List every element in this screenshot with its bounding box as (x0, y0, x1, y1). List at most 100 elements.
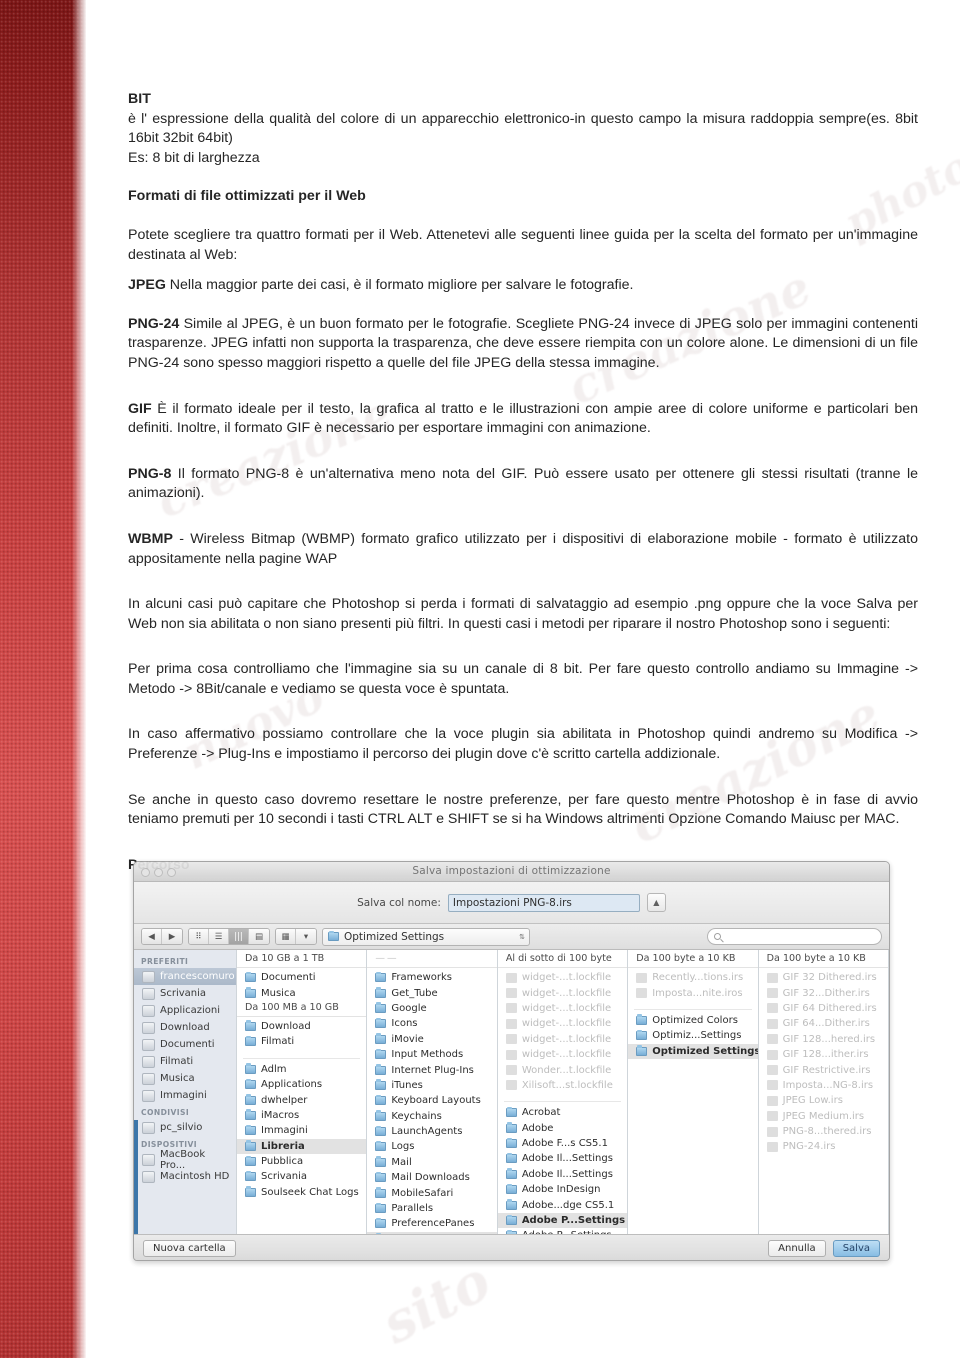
file-list-item[interactable]: widget-...t.lockfile (498, 985, 627, 1000)
file-list-item[interactable]: MobileSafari (367, 1185, 496, 1200)
file-list-item[interactable]: Keyboard Layouts (367, 1093, 496, 1108)
coverflow-view-icon[interactable]: ▤ (249, 929, 269, 944)
file-list-item[interactable]: Filmati (237, 1034, 366, 1049)
file-list-item[interactable]: JPEG Low.irs (759, 1093, 888, 1108)
file-list-item[interactable]: GIF 32...Dither.irs (759, 985, 888, 1000)
sidebar-item-macbook-pro[interactable]: MacBook Pro... (134, 1149, 236, 1171)
sidebar-scrollbar[interactable] (134, 1120, 138, 1234)
file-list-item[interactable]: iMacros (237, 1108, 366, 1123)
search-input[interactable] (707, 928, 882, 945)
file-list-item[interactable]: GIF 128...hered.irs (759, 1032, 888, 1047)
file-list-item[interactable]: Download (237, 1019, 366, 1034)
file-list-item[interactable]: Optimized Colors (628, 1013, 757, 1028)
file-list-item[interactable]: Scrivania (237, 1169, 366, 1184)
file-list-item[interactable]: Preferences (367, 1231, 497, 1234)
file-list-item[interactable]: Adobe (498, 1121, 627, 1136)
expand-chevron-icon[interactable]: ▲ (646, 893, 666, 912)
browser-column[interactable]: Da 100 byte a 10 KB GIF 32 Dithered.irs GI… (758, 950, 889, 1234)
browser-column[interactable]: —— Frameworks Get_Tube Google Icons iMovie Inp… (367, 950, 498, 1234)
file-list-item[interactable]: dwhelper (237, 1092, 366, 1107)
file-list-item[interactable]: Adobe P...Settings (497, 1212, 628, 1229)
browser-column[interactable]: Da 100 byte a 10 KB Recently...tions.irs I… (628, 950, 759, 1234)
file-list-item[interactable]: Recently...tions.irs (628, 970, 757, 985)
file-list-item[interactable]: Musica (237, 985, 366, 1000)
file-list-item[interactable]: PNG-24.irs (759, 1139, 888, 1154)
cancel-button[interactable]: Annulla (768, 1240, 826, 1257)
back-arrow-icon[interactable]: ◀ (142, 929, 162, 944)
sidebar-item-applicazioni[interactable]: Applicazioni (134, 1002, 236, 1019)
file-list-item[interactable]: Parallels (367, 1201, 496, 1216)
file-icon (636, 988, 648, 999)
gear-icon[interactable]: ▦ (276, 929, 296, 944)
chevron-down-icon[interactable]: ▾ (296, 929, 316, 944)
file-list-item[interactable]: widget-...t.lockfile (498, 1047, 627, 1062)
save-button[interactable]: Salva (832, 1240, 880, 1257)
file-list-item[interactable]: GIF 32 Dithered.irs (759, 970, 888, 985)
file-list-item[interactable]: GIF 64 Dithered.irs (759, 1001, 888, 1016)
file-list-item[interactable]: GIF Restrictive.irs (759, 1062, 888, 1077)
file-list-item[interactable]: Soulseek Chat Logs (237, 1185, 366, 1200)
sidebar-item-scrivania[interactable]: Scrivania (134, 985, 236, 1002)
forward-arrow-icon[interactable]: ▶ (162, 929, 182, 944)
file-list-item[interactable]: Mail Downloads (367, 1170, 496, 1185)
file-list-item[interactable]: PreferencePanes (367, 1216, 496, 1231)
file-list-item[interactable]: Google (367, 1001, 496, 1016)
sidebar-item-pc-silvio[interactable]: pc_silvio (134, 1119, 236, 1136)
action-menu[interactable]: ▦ ▾ (275, 928, 317, 945)
save-as-input[interactable]: Impostazioni PNG-8.irs (447, 893, 640, 912)
sidebar-item-musica[interactable]: Musica (134, 1070, 236, 1087)
file-list-item[interactable]: Get_Tube (367, 985, 496, 1000)
list-view-icon[interactable]: ☰ (209, 929, 229, 944)
file-list-item[interactable]: Adobe P...Settings (498, 1228, 627, 1234)
file-list-item[interactable]: Icons (367, 1016, 496, 1031)
file-list-item[interactable]: widget-...t.lockfile (498, 1032, 627, 1047)
file-list-item[interactable]: Mail (367, 1155, 496, 1170)
file-list-item[interactable]: Adlm (237, 1062, 366, 1077)
new-folder-button[interactable]: Nuova cartella (143, 1240, 236, 1257)
file-list-item[interactable]: Libreria (237, 1138, 367, 1154)
file-list-item[interactable]: Keychains (367, 1109, 496, 1124)
file-list-item[interactable]: Immagini (237, 1123, 366, 1138)
icon-view-icon[interactable]: ⠿ (189, 929, 209, 944)
file-list-item[interactable]: Wonder...t.lockfile (498, 1062, 627, 1077)
file-list-item[interactable]: Logs (367, 1139, 496, 1154)
file-list-item[interactable]: Frameworks (367, 970, 496, 985)
file-list-item[interactable]: Adobe InDesign (498, 1182, 627, 1197)
browser-column[interactable]: Da 10 GB a 1 TB Documenti Musica Da 100 MB … (237, 950, 368, 1234)
file-list-item[interactable]: Applications (237, 1077, 366, 1092)
file-list-item[interactable]: Xilisoft...st.lockfile (498, 1078, 627, 1093)
file-list-item[interactable]: GIF 128...ither.irs (759, 1047, 888, 1062)
file-list-item[interactable]: Imposta...nite.iros (628, 985, 757, 1000)
file-list-item[interactable]: Imposta...NG-8.irs (759, 1078, 888, 1093)
sidebar-item-immagini[interactable]: Immagini (134, 1087, 236, 1104)
browser-column[interactable]: Al di sotto di 100 byte widget-...t.lockf… (497, 950, 629, 1234)
file-list-item[interactable]: Input Methods (367, 1047, 496, 1062)
column-view-icon[interactable]: ||| (229, 929, 249, 944)
file-list-item[interactable]: widget-...t.lockfile (498, 970, 627, 985)
file-list-item[interactable]: Optimized Settings (628, 1043, 758, 1059)
file-list-item[interactable]: iMovie (367, 1032, 496, 1047)
file-list-item[interactable]: Adobe...dge CS5.1 (498, 1197, 627, 1212)
sidebar-item-documenti[interactable]: Documenti (134, 1036, 236, 1053)
sidebar-item-macintosh-hd[interactable]: Macintosh HD (134, 1168, 236, 1185)
path-popup-button[interactable]: Optimized Settings ⇅ (322, 927, 530, 946)
file-list-item[interactable]: LaunchAgents (367, 1124, 496, 1139)
file-list-item[interactable]: Documenti (237, 970, 366, 985)
file-list-item[interactable]: Pubblica (237, 1154, 366, 1169)
file-list-item[interactable]: Acrobat (498, 1105, 627, 1120)
file-list-item[interactable]: Adobe Il...Settings (498, 1151, 627, 1166)
file-list-item[interactable]: GIF 64...Dither.irs (759, 1016, 888, 1031)
file-list-item[interactable]: Optimiz...Settings (628, 1028, 757, 1043)
column-header: —— (367, 952, 497, 968)
file-list-item[interactable]: Internet Plug-Ins (367, 1062, 496, 1077)
sidebar-item-download[interactable]: Download (134, 1019, 236, 1036)
sidebar-item-home[interactable]: francescomuro (134, 968, 236, 985)
file-list-item[interactable]: widget-...t.lockfile (498, 1016, 627, 1031)
file-list-item[interactable]: PNG-8...thered.irs (759, 1124, 888, 1139)
file-list-item[interactable]: JPEG Medium.irs (759, 1109, 888, 1124)
file-list-item[interactable]: iTunes (367, 1078, 496, 1093)
file-list-item[interactable]: Adobe F...s CS5.1 (498, 1136, 627, 1151)
file-list-item[interactable]: Adobe Il...Settings (498, 1167, 627, 1182)
sidebar-item-filmati[interactable]: Filmati (134, 1053, 236, 1070)
file-list-item[interactable]: widget-...t.lockfile (498, 1001, 627, 1016)
